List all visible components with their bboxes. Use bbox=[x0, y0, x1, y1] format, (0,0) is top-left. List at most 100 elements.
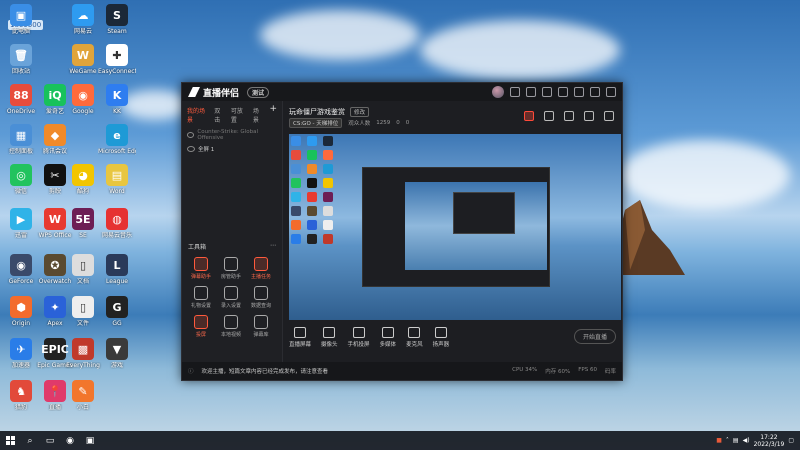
desktop-icon[interactable]: G GG bbox=[98, 296, 136, 327]
user-avatar[interactable] bbox=[492, 86, 504, 98]
app-logo-icon bbox=[188, 87, 200, 97]
desktop-icon[interactable]: ▼ 游戏 bbox=[98, 338, 136, 369]
source-label: Counter-Strike: Global Offensive bbox=[197, 129, 258, 141]
desktop-icon[interactable]: ✚ EasyConnect bbox=[98, 44, 136, 75]
message-icon[interactable] bbox=[510, 87, 520, 97]
desktop-icon-label: 游戏 bbox=[110, 362, 123, 369]
desktop-icon[interactable]: ◆ 腾讯会议 bbox=[36, 124, 74, 155]
tab-placeable[interactable]: 可放置 bbox=[231, 106, 247, 124]
desktop-icon[interactable]: L League bbox=[98, 254, 136, 285]
desktop-icon-label: 网易云 bbox=[73, 28, 92, 35]
desktop-icon[interactable]: K KK bbox=[98, 84, 136, 115]
bell-icon[interactable] bbox=[584, 111, 594, 121]
desktop-icon[interactable]: ◎ 微信 bbox=[2, 164, 40, 195]
category-tag[interactable]: CS:GO - 天梯排位 bbox=[289, 118, 343, 128]
app-icon: ▩ bbox=[72, 338, 94, 360]
source-item[interactable]: 全屏 1 bbox=[182, 143, 282, 155]
library-icon bbox=[254, 315, 268, 329]
tool-room-manager[interactable]: 房管助手 bbox=[216, 257, 246, 280]
tool-gifts[interactable]: 礼物设置 bbox=[186, 286, 216, 309]
skin-icon[interactable] bbox=[542, 87, 552, 97]
desktop-icon[interactable]: ✎ 小白 bbox=[64, 380, 102, 411]
desktop-icon[interactable]: ♞ 猎豹 bbox=[2, 380, 40, 411]
notice-text[interactable]: 欢迎主播，短篇文章内容已经完成发布，请注意查看 bbox=[202, 367, 329, 375]
tool-tasks[interactable]: 主播任务 bbox=[246, 257, 276, 280]
desktop-icon[interactable]: ▤ Word bbox=[98, 164, 136, 195]
app-icon: W bbox=[72, 44, 94, 66]
start-button[interactable] bbox=[0, 431, 20, 450]
microphone-button[interactable]: 麦克风 bbox=[406, 327, 423, 348]
app-icon: ▯ bbox=[72, 254, 94, 276]
tool-data[interactable]: 数据查询 bbox=[246, 286, 276, 309]
record-icon[interactable] bbox=[524, 111, 534, 121]
desktop-icon[interactable]: ⬢ Origin bbox=[2, 296, 40, 327]
chevron-up-icon[interactable]: ˄ bbox=[726, 437, 729, 444]
menu-icon[interactable] bbox=[558, 87, 568, 97]
desktop-icon[interactable]: e Microsoft Edge bbox=[98, 124, 136, 155]
tab-double[interactable]: 双击 bbox=[214, 106, 225, 124]
desktop-icon[interactable]: ☁ 网易云 bbox=[64, 4, 102, 35]
desktop-icon-label: EasyConnect bbox=[98, 68, 136, 75]
desktop-icon[interactable]: 5E SE bbox=[64, 208, 102, 239]
version-pill[interactable]: 测试 bbox=[247, 86, 270, 98]
tab-scene[interactable]: 场景 bbox=[253, 106, 264, 124]
edit-title-button[interactable]: 修改 bbox=[350, 107, 370, 117]
screen-capture-button[interactable]: 直播屏幕 bbox=[289, 327, 311, 348]
tool-cast[interactable]: 投屏 bbox=[186, 315, 216, 338]
add-scene-button[interactable]: + bbox=[269, 105, 277, 124]
search-icon[interactable]: ⌕ bbox=[20, 431, 40, 450]
desktop-icon[interactable]: ▶ 迅雷 bbox=[2, 208, 40, 239]
desktop-icon[interactable]: ▯ 文档 bbox=[64, 254, 102, 285]
media-icon bbox=[381, 327, 394, 338]
status-bar: ⓘ 欢迎主播，短篇文章内容已经完成发布，请注意查看 CPU 34% 内存 60%… bbox=[182, 362, 622, 380]
tool-local-video[interactable]: 本地视频 bbox=[216, 315, 246, 338]
task-view-icon[interactable]: ▭ bbox=[40, 431, 60, 450]
desktop-icon[interactable]: S Steam bbox=[98, 4, 136, 35]
desktop-icon[interactable]: ◕ 酷狗 bbox=[64, 164, 102, 195]
taskbar-steam-icon[interactable]: ◉ bbox=[60, 431, 80, 450]
notification-icon[interactable]: ▢ bbox=[788, 437, 794, 444]
app-icon: ✦ bbox=[44, 296, 66, 318]
desktop-icon[interactable]: ▣ 此电脑 bbox=[2, 4, 40, 35]
desktop-icon[interactable]: W WeGame bbox=[64, 44, 102, 75]
network-icon[interactable]: ▤ bbox=[733, 437, 739, 444]
desktop-icon[interactable]: ◉ Google bbox=[64, 84, 102, 115]
desktop-icon[interactable]: ▯ 文件 bbox=[64, 296, 102, 327]
clock[interactable]: 17:22 2022/3/19 bbox=[754, 434, 785, 448]
desktop-icon[interactable]: ▦ 控制面板 bbox=[2, 124, 40, 155]
tray-app-icon[interactable]: ■ bbox=[716, 437, 722, 444]
live-streaming-app-window[interactable]: 直播伴侣 测试 我的场景 双击 可放置 场景 + Counter-Strike:… bbox=[181, 82, 623, 381]
minimize-icon[interactable] bbox=[574, 87, 584, 97]
maximize-icon[interactable] bbox=[590, 87, 600, 97]
stream-preview[interactable] bbox=[289, 134, 621, 320]
settings-icon[interactable] bbox=[526, 87, 536, 97]
tool-record[interactable]: 录入设置 bbox=[216, 286, 246, 309]
desktop-icon[interactable]: 88 OneDrive bbox=[2, 84, 40, 115]
desktop-icon[interactable]: ◉ GeForce bbox=[2, 254, 40, 285]
tool-danmu[interactable]: 弹幕助手 bbox=[186, 257, 216, 280]
desktop-icon-label: WeGame bbox=[69, 68, 97, 75]
tab-my-scene[interactable]: 我的场景 bbox=[187, 106, 208, 124]
windows-icon bbox=[5, 436, 15, 445]
save-icon[interactable] bbox=[564, 111, 574, 121]
lock-icon[interactable] bbox=[544, 111, 554, 121]
desktop-icon[interactable]: 🗑 回收站 bbox=[2, 44, 40, 75]
more-icon[interactable]: ⋯ bbox=[270, 242, 276, 251]
start-live-button[interactable]: 开始直播 bbox=[573, 329, 616, 344]
tool-danmu-lib[interactable]: 弹幕库 bbox=[246, 315, 276, 338]
desktop-icon[interactable]: ◍ 网易云音乐 bbox=[98, 208, 136, 239]
speaker-button[interactable]: 扬声器 bbox=[433, 327, 449, 348]
desktop-icon[interactable]: ▩ EveryThing bbox=[64, 338, 102, 369]
app-icon: ▼ bbox=[106, 338, 128, 360]
eye-icon[interactable] bbox=[187, 146, 195, 152]
eye-icon[interactable] bbox=[187, 132, 195, 138]
share-icon[interactable] bbox=[604, 111, 614, 121]
taskbar-app-icon[interactable]: ▣ bbox=[80, 431, 100, 450]
desktop-icon[interactable]: ✈ 加速器 bbox=[2, 338, 40, 369]
source-item[interactable]: Counter-Strike: Global Offensive bbox=[182, 127, 282, 143]
media-button[interactable]: 多媒体 bbox=[380, 327, 396, 348]
volume-icon[interactable]: ◀) bbox=[743, 437, 750, 444]
phone-cast-button[interactable]: 手机投屏 bbox=[348, 327, 370, 348]
camera-button[interactable]: 摄像头 bbox=[321, 327, 338, 348]
close-icon[interactable] bbox=[606, 87, 616, 97]
